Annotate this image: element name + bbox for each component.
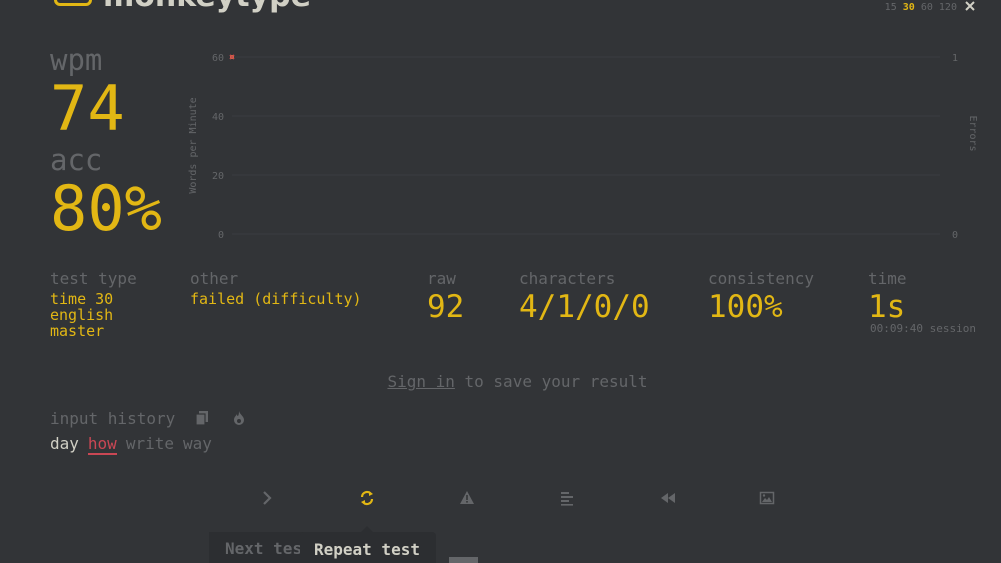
signin-notice: Sign in to save your result <box>0 372 1001 391</box>
align-left-icon <box>561 492 573 506</box>
y-tick-label: 40 <box>212 112 224 123</box>
y-tick-label: 20 <box>212 171 224 182</box>
input-history-words: day how write way <box>50 434 221 455</box>
image-icon <box>759 491 775 505</box>
practice-missed-button[interactable] <box>453 485 481 511</box>
y-tick-label: 0 <box>218 230 224 241</box>
test-type-language: english <box>50 306 114 324</box>
signin-link[interactable]: Sign in <box>387 372 454 391</box>
app-title[interactable]: monkeytype <box>103 0 311 12</box>
test-type-difficulty: master <box>50 322 105 340</box>
acc-value: 80% <box>50 172 162 245</box>
copy-icon[interactable] <box>194 410 210 426</box>
y2-tick-label: 1 <box>952 53 958 64</box>
time-value: 1s <box>868 289 906 325</box>
replay-button[interactable] <box>654 485 682 511</box>
history-word: day <box>50 434 79 453</box>
heatmap-fire-icon[interactable] <box>231 410 247 426</box>
other-value: failed (difficulty) <box>190 290 362 308</box>
input-history-label: input history <box>50 409 176 428</box>
time-options: 15 30 60 120 <box>885 1 975 13</box>
other-label: other <box>190 269 239 288</box>
time-option-30[interactable]: 30 <box>903 2 915 13</box>
time-label: time <box>868 269 907 288</box>
y2-axis-label: Errors <box>967 115 978 151</box>
raw-label: raw <box>427 269 456 288</box>
characters-label: characters <box>519 269 616 288</box>
time-option-15[interactable]: 15 <box>885 2 897 13</box>
next-test-button[interactable] <box>253 485 281 511</box>
repeat-test-button[interactable] <box>353 485 381 511</box>
test-type-mode: time 30 <box>50 290 114 308</box>
y-axis-label: Words per Minute <box>188 97 199 193</box>
history-word: write <box>125 434 174 453</box>
time-option-120[interactable]: 120 <box>939 2 957 13</box>
screenshot-button[interactable] <box>753 485 781 511</box>
history-word: how <box>87 434 117 455</box>
backward-icon <box>661 493 675 503</box>
characters-value: 4/1/0/0 <box>519 289 650 325</box>
chevron-right-icon <box>263 491 272 505</box>
words-history-button[interactable] <box>553 485 581 511</box>
repeat-test-tooltip: Repeat test <box>300 532 436 563</box>
history-word: way <box>182 434 212 453</box>
wpm-chart: 60 40 20 0 1 0 Words per Minute Errors <box>188 53 978 241</box>
custom-tools-icon[interactable] <box>965 1 975 11</box>
consistency-value: 100% <box>708 289 783 325</box>
raw-value: 92 <box>427 289 465 325</box>
session-time: 00:09:40 session <box>870 322 976 335</box>
test-type-label: test type <box>50 269 137 288</box>
warning-icon <box>460 491 474 504</box>
footer-element <box>449 557 478 563</box>
logo-icon[interactable] <box>54 0 92 6</box>
refresh-icon <box>360 490 374 506</box>
y2-tick-label: 0 <box>952 230 958 241</box>
time-option-60[interactable]: 60 <box>921 2 933 13</box>
wpm-value: 74 <box>50 72 125 145</box>
y-tick-label: 60 <box>212 53 224 64</box>
signin-rest-text: to save your result <box>454 372 648 391</box>
test-type-values: time 30 english master <box>50 291 113 339</box>
consistency-label: consistency <box>708 269 814 288</box>
